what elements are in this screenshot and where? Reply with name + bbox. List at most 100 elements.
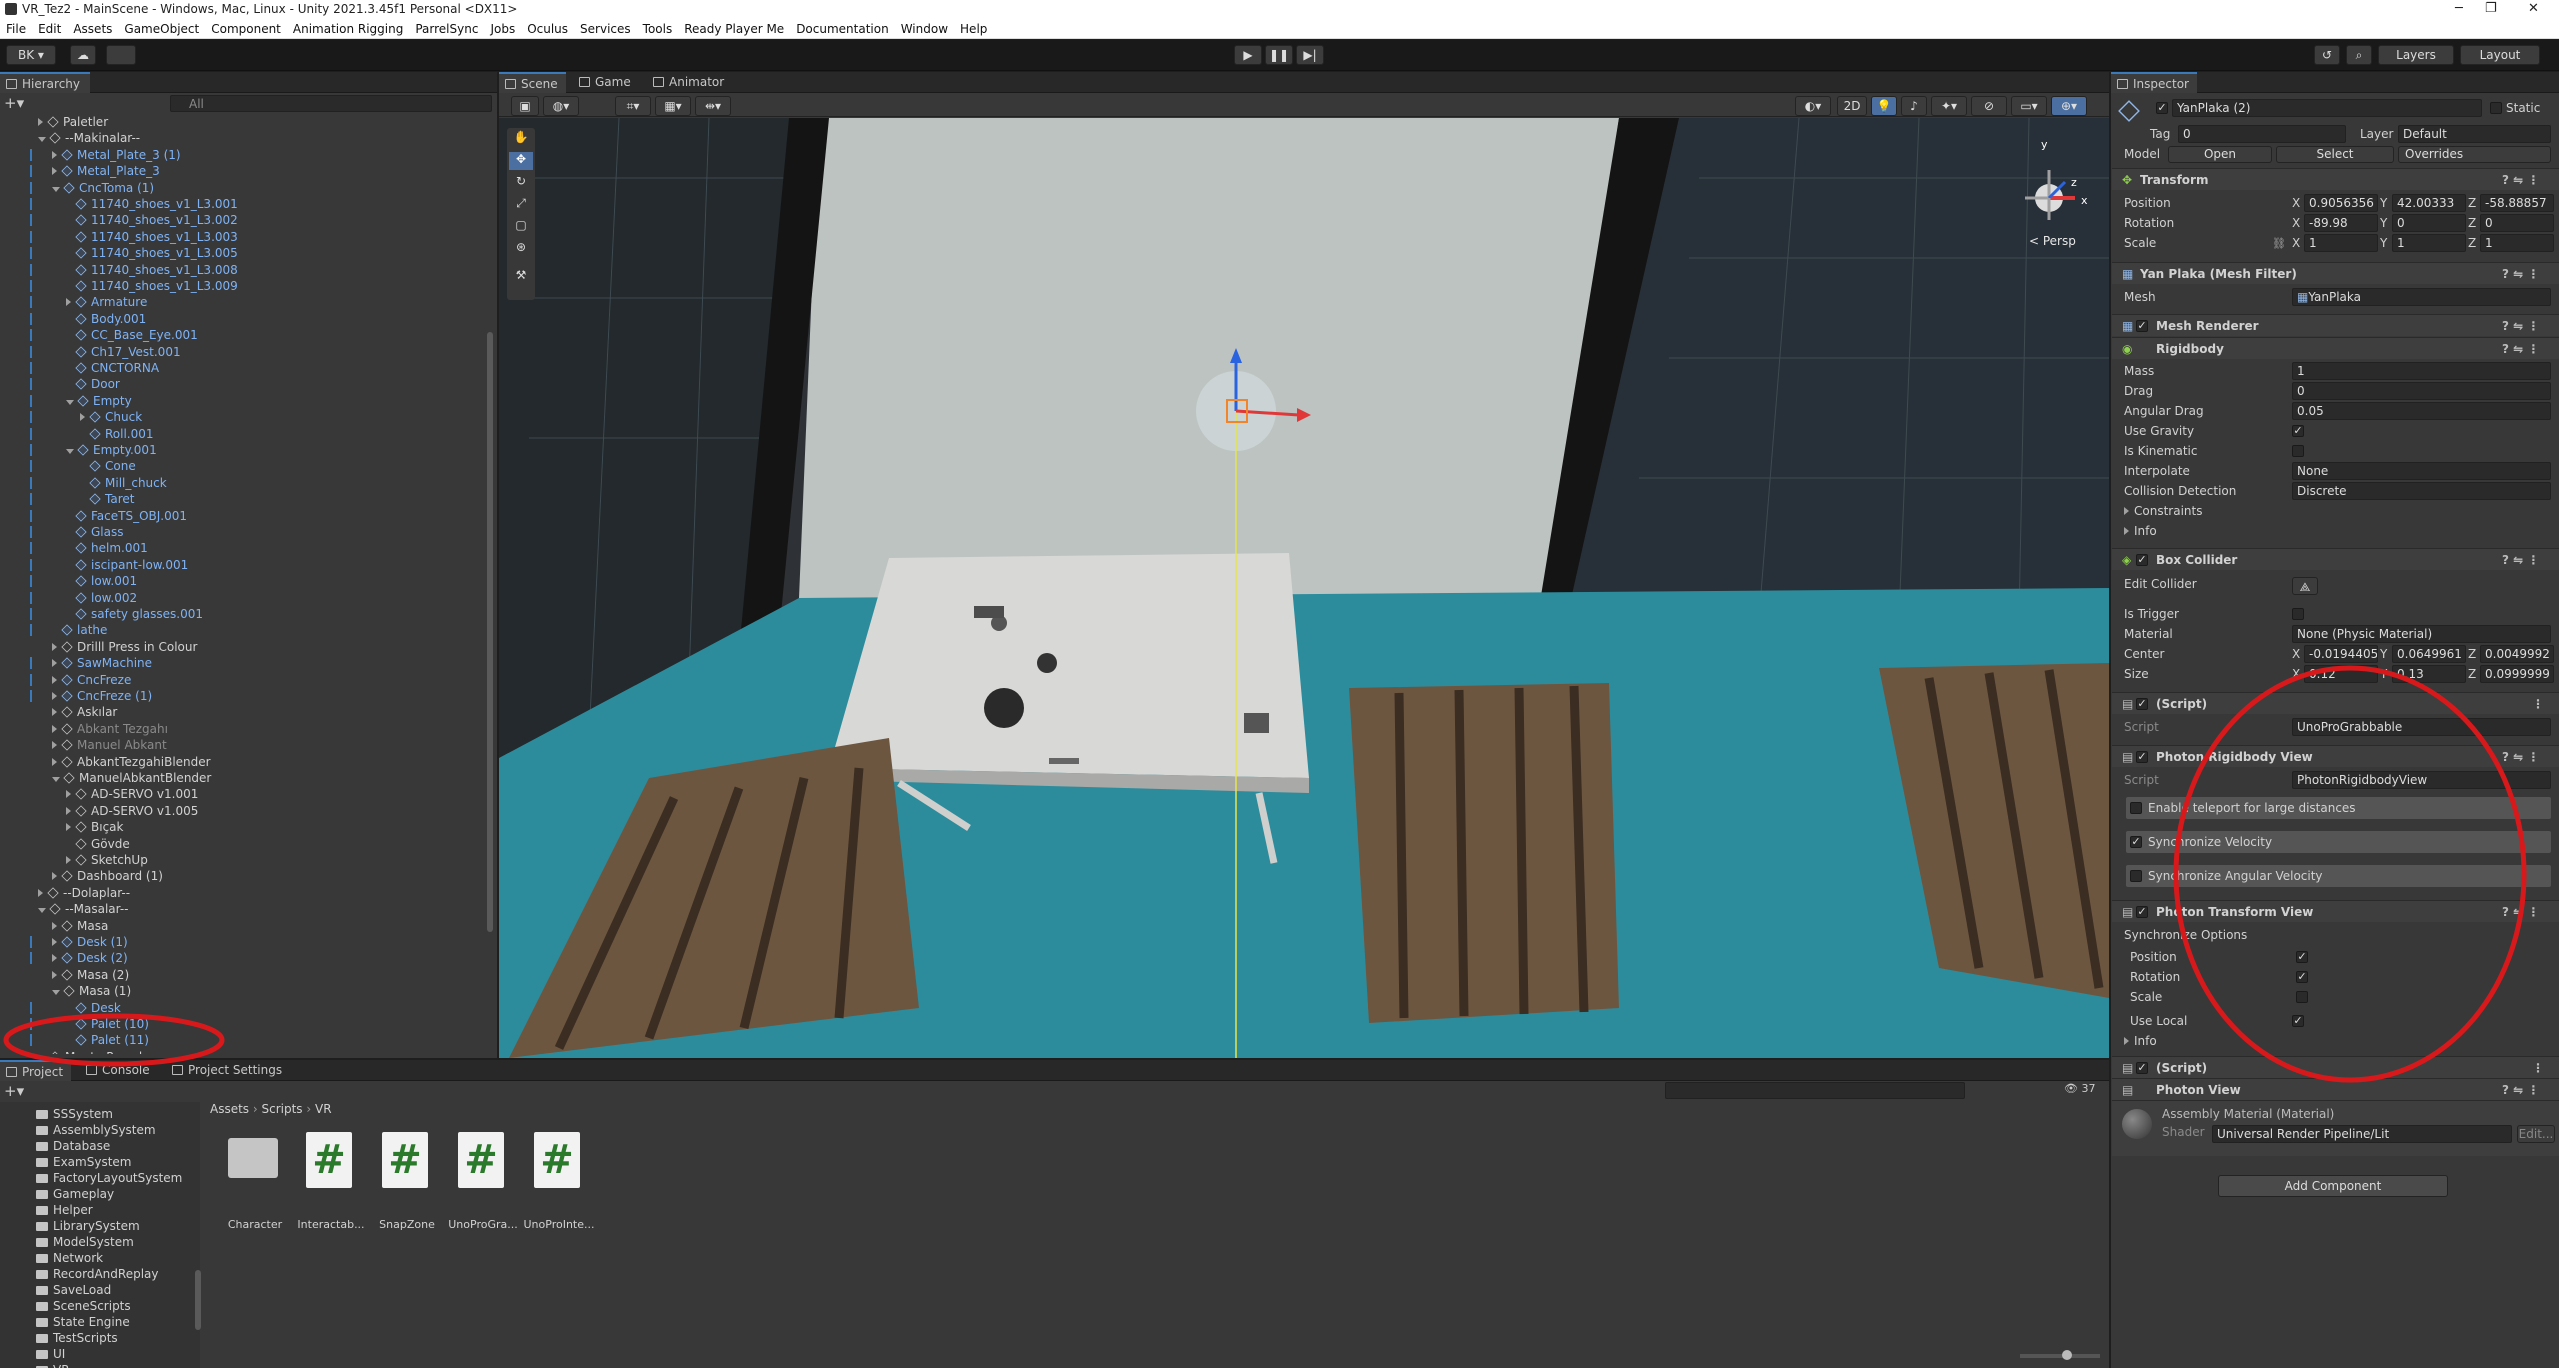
component-menu-icon[interactable]: ? ⇋ ⋮ — [2502, 746, 2539, 768]
folder-item[interactable]: LibrarySystem — [36, 1218, 140, 1234]
model-open-button[interactable]: Open — [2168, 146, 2272, 163]
hierarchy-row[interactable]: Glass — [0, 524, 486, 540]
foldout-arrow-icon[interactable] — [52, 921, 57, 930]
hierarchy-row[interactable]: --Dolaplar-- — [0, 885, 486, 901]
hierarchy-row[interactable]: --Masalar-- — [0, 901, 486, 917]
foldout-arrow-icon[interactable] — [66, 449, 74, 454]
hierarchy-row[interactable]: lathe — [0, 622, 486, 638]
edit-collider-button[interactable]: ⟁ — [2292, 577, 2318, 595]
grid-button[interactable]: ▦▾ — [655, 96, 691, 116]
hierarchy-row[interactable]: Masa (1) — [0, 983, 486, 999]
pause-button[interactable]: ❚❚ — [1265, 45, 1293, 65]
zoom-slider-handle[interactable] — [2062, 1350, 2072, 1360]
tab-animator[interactable]: Animator — [647, 72, 732, 93]
menu-item-animation-rigging[interactable]: Animation Rigging — [287, 19, 409, 39]
hierarchy-row[interactable]: low.001 — [0, 573, 486, 589]
menu-item-help[interactable]: Help — [954, 19, 993, 39]
hierarchy-row[interactable]: low.002 — [0, 590, 486, 606]
play-button[interactable]: ▶ — [1234, 45, 1262, 65]
hierarchy-row[interactable]: 11740_shoes_v1_L3.005 — [0, 245, 486, 261]
hierarchy-scrollbar[interactable] — [487, 332, 493, 932]
audio-icon[interactable]: ♪ — [1901, 96, 1927, 116]
scale-x-input[interactable]: 1 — [2304, 234, 2378, 252]
rect-tool-icon[interactable]: ▢ — [509, 218, 533, 236]
2d-toggle[interactable]: 2D — [1837, 96, 1867, 116]
menu-item-tools[interactable]: Tools — [637, 19, 679, 39]
is-kinematic-checkbox[interactable] — [2292, 445, 2304, 457]
hierarchy-row[interactable]: Askılar — [0, 704, 486, 720]
component-menu-icon[interactable]: ? ⇋ ⋮ — [2502, 1079, 2539, 1101]
transform-header[interactable]: Transform ✥ ? ⇋ ⋮ — [2112, 168, 2559, 190]
hierarchy-row[interactable]: CNCTORNA — [0, 360, 486, 376]
foldout-arrow-icon[interactable] — [52, 741, 57, 750]
tab-project-settings[interactable]: Project Settings — [166, 1060, 290, 1081]
hierarchy-row[interactable]: SketchUp — [0, 852, 486, 868]
layer-dropdown[interactable]: Default — [2398, 125, 2551, 143]
meshrenderer-checkbox[interactable]: ✓ — [2136, 320, 2148, 332]
center-y-input[interactable]: 0.0649961 — [2392, 645, 2466, 663]
mass-input[interactable]: 1 — [2292, 362, 2551, 380]
ptv-info-foldout[interactable]: Info — [2124, 1032, 2157, 1050]
hierarchy-row[interactable]: safety glasses.001 — [0, 606, 486, 622]
tab-project[interactable]: Project — [0, 1060, 72, 1081]
layers-dropdown[interactable]: Layers — [2378, 45, 2454, 65]
asset-item[interactable]: Character — [222, 1130, 292, 1240]
transform-tool-icon[interactable]: ⊛ — [509, 240, 533, 258]
hidden-objects-icon[interactable]: ⊘ — [1971, 96, 2007, 116]
menu-item-oculus[interactable]: Oculus — [521, 19, 574, 39]
model-select-button[interactable]: Select — [2276, 146, 2394, 163]
step-button[interactable]: ▶| — [1296, 45, 1324, 65]
foldout-arrow-icon[interactable] — [52, 186, 60, 192]
ptv-rotation-checkbox[interactable]: ✓ — [2296, 971, 2308, 983]
hierarchy-row[interactable]: Abkant Tezgahı — [0, 721, 486, 737]
tab-game[interactable]: Game — [573, 72, 639, 93]
folder-item[interactable]: Helper — [36, 1202, 93, 1218]
folder-scrollbar[interactable] — [195, 1270, 201, 1330]
folder-item[interactable]: ExamSystem — [36, 1154, 131, 1170]
gizmos-icon[interactable]: ⊕▾ — [2051, 96, 2087, 116]
tab-inspector[interactable]: Inspector — [2111, 72, 2197, 93]
hierarchy-row[interactable]: CC_Base_Eye.001 — [0, 327, 486, 343]
center-x-input[interactable]: -0.0194405 — [2304, 645, 2378, 663]
asset-item[interactable]: # UnoProInte... — [524, 1130, 596, 1240]
breadcrumb-item[interactable]: Scripts — [262, 1102, 303, 1116]
hierarchy-row[interactable]: AbkantTezgahiBlender — [0, 754, 486, 770]
object-name-input[interactable]: YanPlaka (2) — [2172, 99, 2482, 117]
hierarchy-row[interactable]: Empty.001 — [0, 442, 486, 458]
hierarchy-row[interactable]: iscipant-low.001 — [0, 557, 486, 573]
boxcollider-checkbox[interactable]: ✓ — [2136, 554, 2148, 566]
scale-z-input[interactable]: 1 — [2480, 234, 2554, 252]
hierarchy-row[interactable]: Metal_Plate_3 — [0, 163, 486, 179]
hierarchy-row[interactable]: Metal_Plate_3 (1) — [0, 147, 486, 163]
add-icon[interactable]: +▾ — [4, 94, 24, 112]
use-local-checkbox[interactable]: ✓ — [2292, 1015, 2304, 1027]
hierarchy-row[interactable]: FaceTS_OBJ.001 — [0, 508, 486, 524]
ptv-position-checkbox[interactable]: ✓ — [2296, 951, 2308, 963]
folder-item[interactable]: SceneScripts — [36, 1298, 131, 1314]
menu-item-services[interactable]: Services — [574, 19, 637, 39]
foldout-arrow-icon[interactable] — [52, 990, 60, 996]
component-menu-icon[interactable]: ⋮ — [2532, 693, 2544, 715]
sync-velocity-checkbox[interactable]: ✓ — [2130, 836, 2142, 848]
hierarchy-row[interactable]: Ch17_Vest.001 — [0, 344, 486, 360]
menu-item-gameobject[interactable]: GameObject — [118, 19, 205, 39]
folder-item[interactable]: FactoryLayoutSystem — [36, 1170, 182, 1186]
close-button[interactable]: ✕ — [2528, 1, 2539, 16]
folder-item[interactable]: Network — [36, 1250, 103, 1266]
interpolate-dropdown[interactable]: None — [2292, 462, 2551, 480]
hierarchy-row[interactable]: Manuel Abkant — [0, 737, 486, 753]
hierarchy-row[interactable]: Desk — [0, 1000, 486, 1016]
hierarchy-search-input[interactable]: All — [170, 95, 492, 112]
hierarchy-row[interactable]: Desk (1) — [0, 934, 486, 950]
component-menu-icon[interactable]: ? ⇋ ⋮ — [2502, 263, 2539, 285]
menu-item-component[interactable]: Component — [205, 19, 287, 39]
minimize-button[interactable]: ─ — [2455, 1, 2463, 16]
create-icon[interactable]: +▾ — [4, 1082, 24, 1100]
component-menu-icon[interactable]: ? ⇋ ⋮ — [2502, 549, 2539, 571]
menu-item-parrelsync[interactable]: ParrelSync — [409, 19, 484, 39]
foldout-arrow-icon[interactable] — [52, 970, 57, 979]
hierarchy-row[interactable]: Paletler — [0, 114, 486, 130]
folder-item[interactable]: SaveLoad — [36, 1282, 111, 1298]
menu-item-edit[interactable]: Edit — [32, 19, 67, 39]
folder-item[interactable]: SSSystem — [36, 1106, 113, 1122]
